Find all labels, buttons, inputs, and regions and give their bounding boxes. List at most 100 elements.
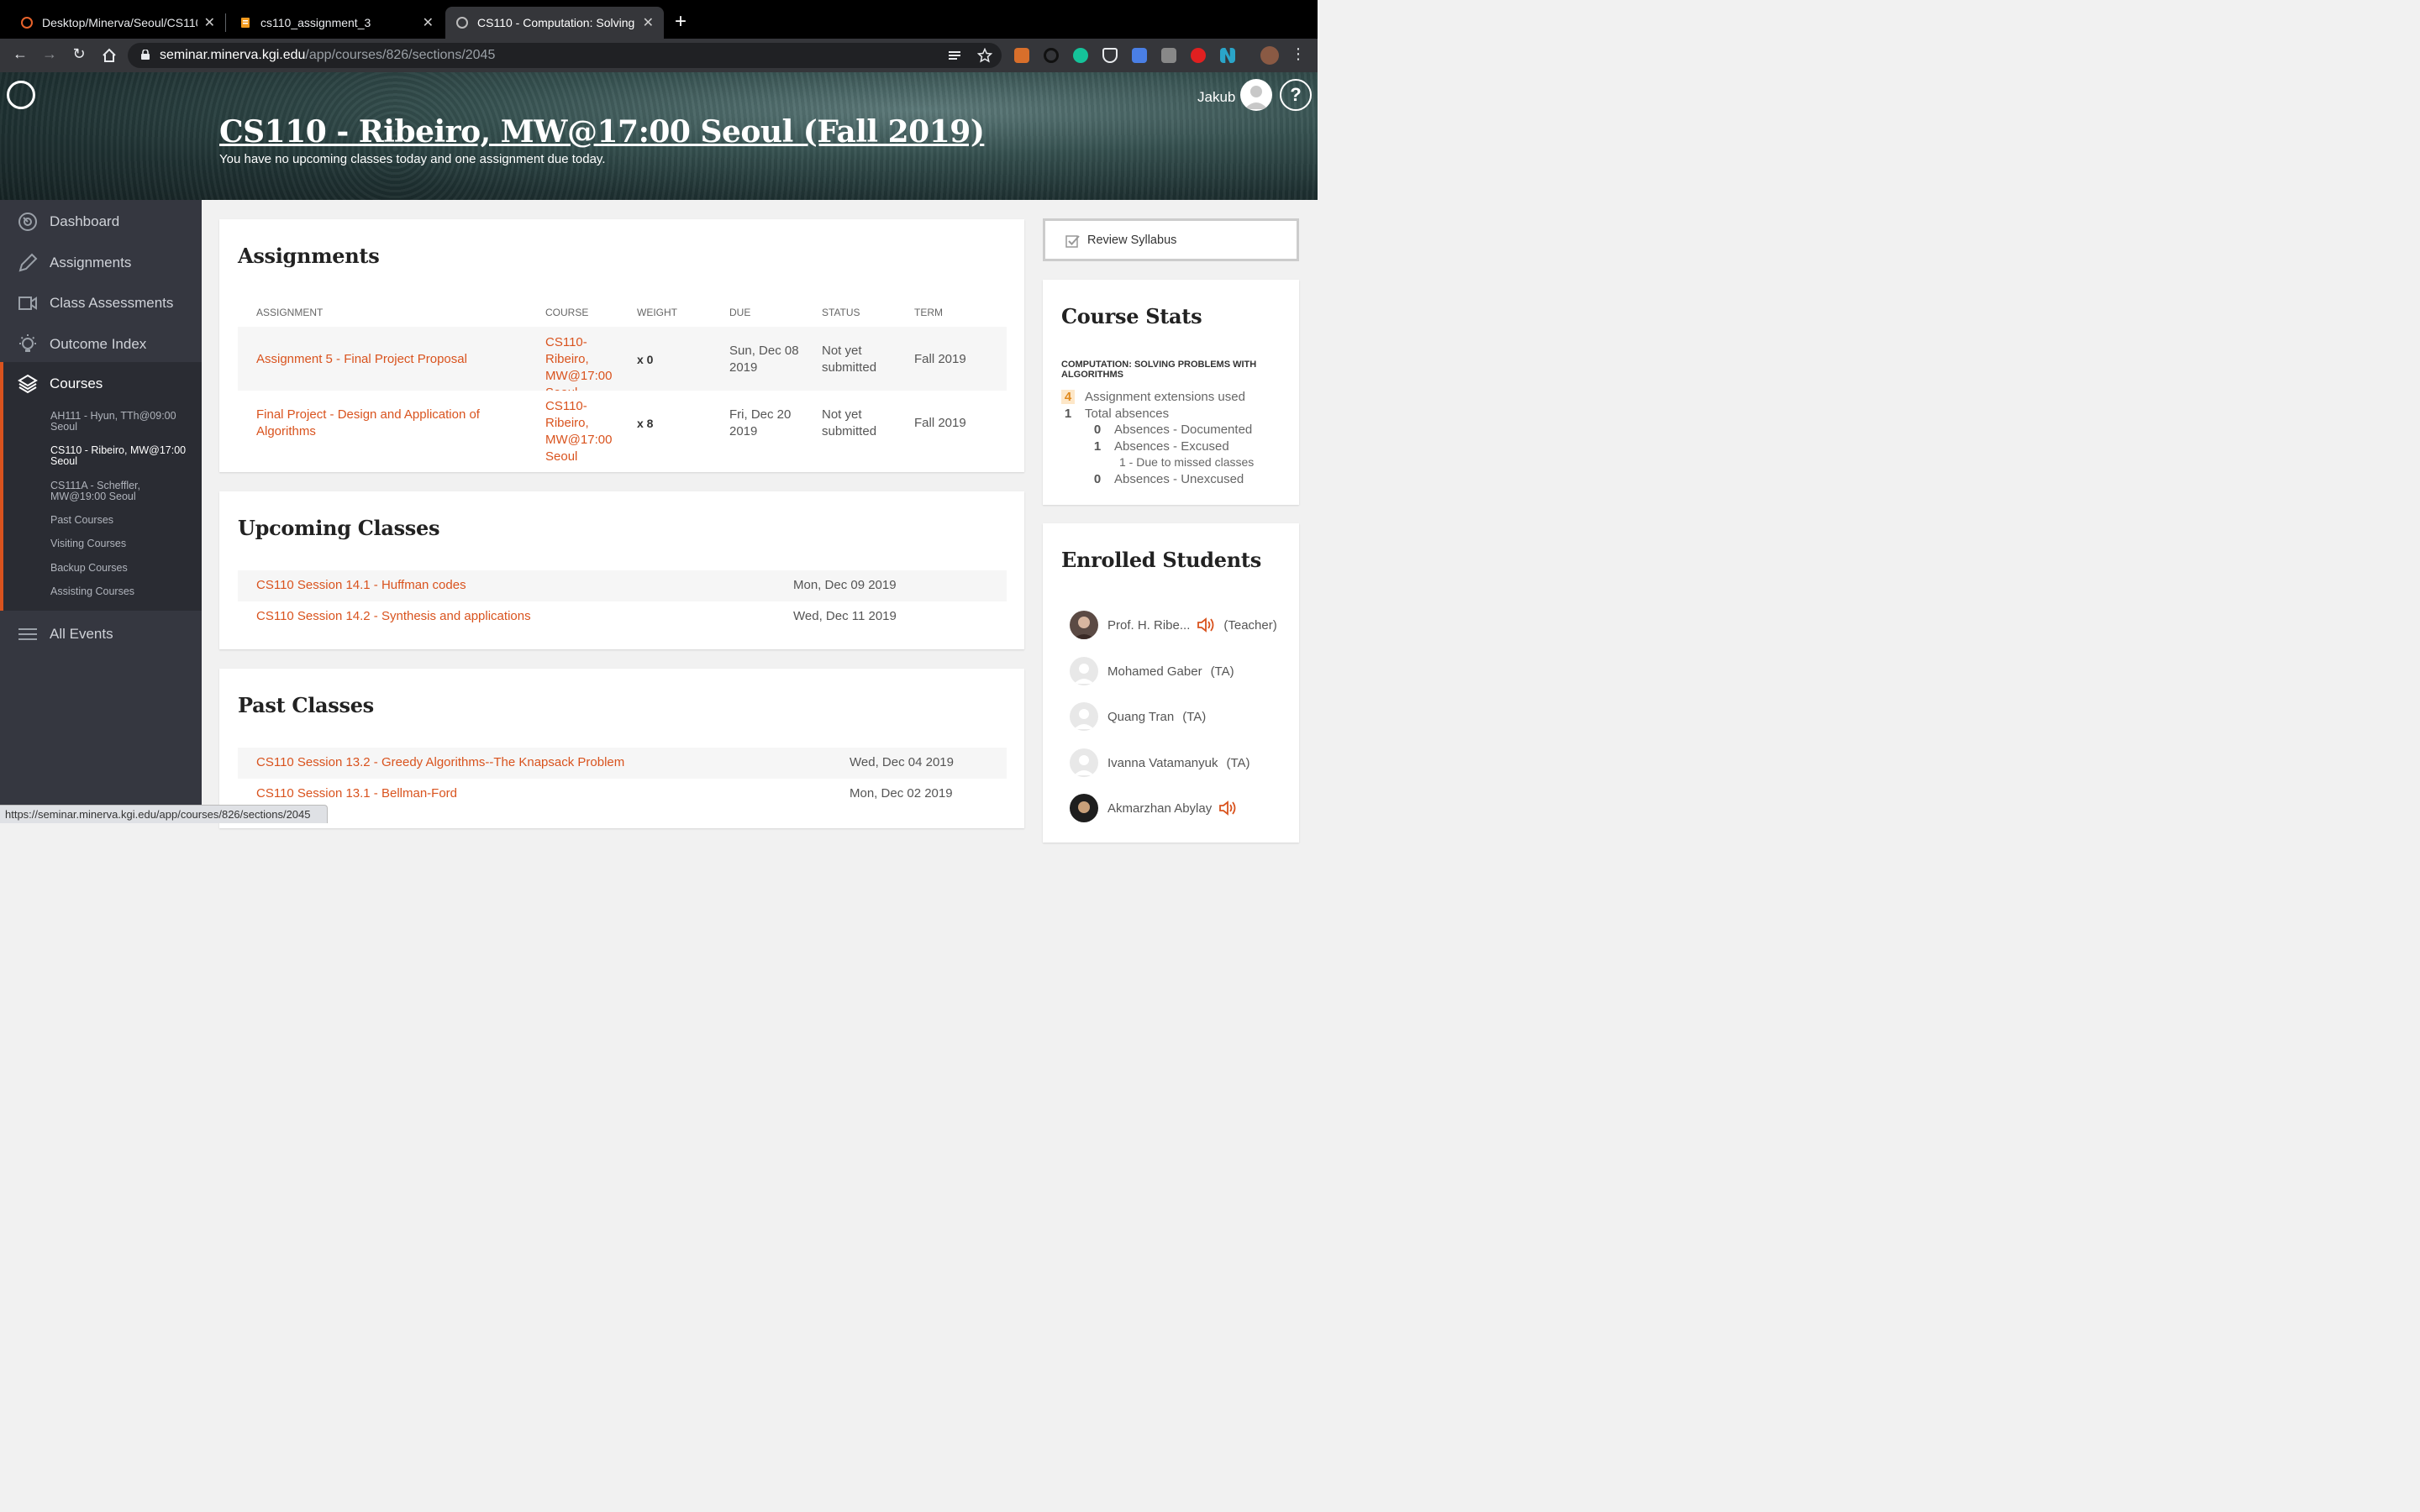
class-link[interactable]: CS110 Session 14.2 - Synthesis and appli… — [256, 609, 531, 623]
student-row[interactable]: Ivanna Vatamanyuk (TA) — [1070, 748, 1250, 777]
class-link[interactable]: CS110 Session 14.1 - Huffman codes — [256, 578, 466, 592]
class-link[interactable]: CS110 Session 13.2 - Greedy Algorithms--… — [256, 755, 624, 769]
assisting-courses-link[interactable]: Assisting Courses — [50, 586, 193, 597]
user-avatar-icon[interactable] — [1240, 79, 1272, 111]
term-text: Fall 2019 — [914, 352, 966, 366]
grammarly-extension-icon[interactable] — [1073, 48, 1088, 63]
stat-value: 1 — [1064, 407, 1072, 421]
class-date: Wed, Dec 11 2019 — [793, 609, 897, 623]
video-icon — [18, 297, 37, 310]
stat-label: 1 - Due to missed classes — [1119, 455, 1255, 469]
sidebar-item-dashboard[interactable]: Dashboard — [0, 202, 202, 242]
course-header: CS110 - Ribeiro, MW@17:00 Seoul (Fall 20… — [0, 72, 1318, 200]
sidebar-item-courses[interactable]: Courses — [0, 364, 202, 404]
sidebar-item-class-assessments[interactable]: Class Assessments — [0, 283, 202, 323]
reading-list-icon[interactable] — [948, 49, 961, 62]
home-icon[interactable] — [99, 47, 119, 64]
course-link[interactable]: AH111 - Hyun, TTh@09:00 Seoul — [50, 411, 193, 433]
minerva-favicon — [21, 17, 33, 29]
address-bar[interactable]: seminar.minerva.kgi.edu/app/courses/826/… — [128, 43, 1002, 68]
course-link[interactable]: CS111A - Scheffler, MW@19:00 Seoul — [50, 480, 193, 502]
sidebar-item-outcome-index[interactable]: Outcome Index — [0, 324, 202, 365]
profile-avatar-icon[interactable] — [1260, 46, 1279, 65]
assignments-heading: Assignments — [238, 244, 380, 268]
user-name[interactable]: Jakub — [1197, 89, 1235, 106]
student-row[interactable]: Akmarzhan Abylay — [1070, 794, 1237, 822]
page-title[interactable]: CS110 - Ribeiro, MW@17:00 Seoul (Fall 20… — [219, 114, 985, 150]
assignment-link[interactable]: Assignment 5 - Final Project Proposal — [256, 351, 534, 368]
student-row[interactable]: Prof. H. Ribe... (Teacher) — [1070, 611, 1277, 639]
sidebar-item-label: All Events — [50, 626, 113, 642]
link-status-bar: https://seminar.minerva.kgi.edu/app/cour… — [0, 805, 328, 823]
course-link[interactable]: CS110-Ribeiro, MW@17:00 Seoul — [545, 398, 629, 465]
chrome-menu-icon[interactable]: ⋮ — [1288, 45, 1308, 63]
stat-extensions: 4 Assignment extensions used — [1061, 390, 1245, 404]
stat-label: Absences - Excused — [1114, 439, 1229, 454]
stat-total-absences: 1 Total absences — [1061, 407, 1169, 421]
tab-title: Desktop/Minerva/Seoul/CS110/c — [42, 16, 197, 29]
close-tab-icon[interactable]: ✕ — [643, 14, 654, 31]
tab-title: CS110 - Computation: Solving Pr — [477, 16, 636, 29]
backup-courses-link[interactable]: Backup Courses — [50, 563, 193, 574]
lock-icon — [141, 50, 150, 60]
due-date: Sun, Dec 08 2019 — [729, 344, 799, 375]
back-icon[interactable]: ← — [10, 45, 30, 63]
notion-extension-icon[interactable] — [1220, 48, 1235, 63]
column-header: DUE — [729, 307, 751, 318]
close-tab-icon[interactable]: ✕ — [423, 14, 434, 31]
stat-value: 1 — [1093, 439, 1102, 454]
adblock-extension-icon[interactable] — [1191, 48, 1206, 63]
reload-icon[interactable]: ↻ — [69, 45, 89, 63]
extension-icon[interactable] — [1161, 48, 1176, 63]
speaker-icon[interactable] — [1197, 617, 1215, 633]
sidebar-item-all-events[interactable]: All Events — [0, 614, 202, 654]
stat-value: 0 — [1093, 423, 1102, 437]
url-host: seminar.minerva.kgi.edu — [160, 48, 306, 62]
pocket-extension-icon[interactable] — [1102, 48, 1118, 63]
assignment-link[interactable]: Final Project - Design and Application o… — [256, 407, 508, 440]
minerva-logo-icon[interactable] — [7, 81, 35, 109]
stat-label: Assignment extensions used — [1085, 390, 1245, 404]
speaker-icon[interactable] — [1218, 801, 1237, 816]
new-tab-icon[interactable]: + — [675, 10, 687, 34]
course-stats-heading: Course Stats — [1061, 304, 1202, 328]
student-row[interactable]: Quang Tran (TA) — [1070, 702, 1206, 731]
upcoming-classes-card: Upcoming Classes CS110 Session 14.1 - Hu… — [219, 491, 1024, 649]
browser-tab[interactable]: Desktop/Minerva/Seoul/CS110/c ✕ — [10, 7, 225, 39]
circle-extension-icon[interactable] — [1044, 48, 1059, 63]
list-item: CS110 Session 13.1 - Bellman-Ford Mon, D… — [238, 779, 1007, 810]
sidebar-item-label: Courses — [50, 375, 103, 391]
list-item: CS110 Session 14.2 - Synthesis and appli… — [238, 601, 1007, 633]
class-link[interactable]: CS110 Session 13.1 - Bellman-Ford — [256, 786, 457, 801]
visiting-courses-link[interactable]: Visiting Courses — [50, 538, 193, 549]
stat-excused: 1 Absences - Excused — [1091, 439, 1229, 454]
student-name: Akmarzhan Abylay — [1107, 801, 1213, 816]
stat-label: Absences - Documented — [1114, 423, 1253, 437]
sidebar-item-assignments[interactable]: Assignments — [0, 243, 202, 283]
avatar — [1070, 794, 1098, 822]
avatar — [1070, 611, 1098, 639]
close-tab-icon[interactable]: ✕ — [204, 14, 215, 31]
fox-extension-icon[interactable] — [1014, 48, 1029, 63]
column-header: TERM — [914, 307, 943, 318]
help-button[interactable]: ? — [1280, 79, 1312, 111]
past-courses-link[interactable]: Past Courses — [50, 515, 193, 526]
translate-extension-icon[interactable] — [1132, 48, 1147, 63]
course-link-active[interactable]: CS110 - Ribeiro, MW@17:00 Seoul — [50, 445, 193, 467]
sidebar-item-label: Assignments — [50, 255, 132, 270]
browser-tab-active[interactable]: CS110 - Computation: Solving Pr ✕ — [445, 7, 664, 39]
past-classes-heading: Past Classes — [238, 693, 374, 717]
avatar — [1070, 657, 1098, 685]
forward-icon[interactable]: → — [39, 45, 60, 63]
column-header: STATUS — [822, 307, 860, 318]
column-header: WEIGHT — [637, 307, 677, 318]
stat-documented: 0 Absences - Documented — [1091, 423, 1252, 437]
column-header: COURSE — [545, 307, 589, 318]
stat-label: Total absences — [1085, 407, 1170, 421]
review-syllabus-button[interactable]: Review Syllabus — [1043, 218, 1299, 261]
sidebar-item-label: Outcome Index — [50, 336, 147, 352]
student-row[interactable]: Mohamed Gaber (TA) — [1070, 657, 1234, 685]
bookmark-star-icon[interactable] — [977, 48, 992, 63]
tab-title: cs110_assignment_3 — [260, 16, 371, 29]
browser-tab[interactable]: cs110_assignment_3 ✕ — [229, 7, 444, 39]
